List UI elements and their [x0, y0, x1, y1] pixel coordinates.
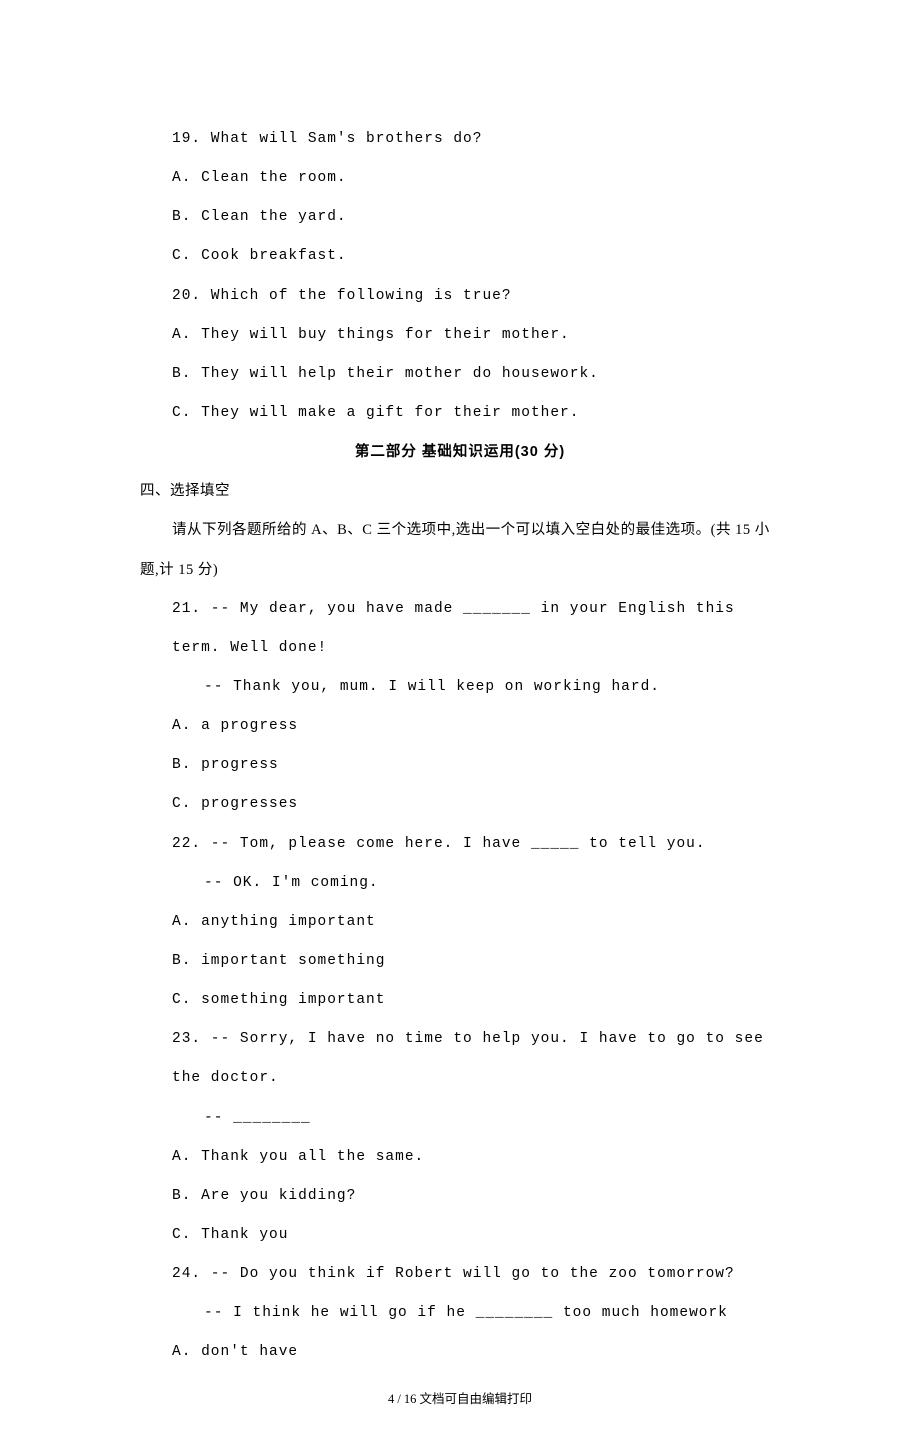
- q22-line2: -- OK. I'm coming.: [140, 864, 780, 903]
- section4-instructions: 请从下列各题所给的 A、B、C 三个选项中,选出一个可以填入空白处的最佳选项。(…: [140, 511, 780, 589]
- section-title: 第二部分 基础知识运用(30 分): [140, 433, 780, 472]
- q23-option-b: B. Are you kidding?: [140, 1177, 780, 1216]
- q19-option-a: A. Clean the room.: [140, 159, 780, 198]
- page-content: 19. What will Sam's brothers do? A. Clea…: [0, 0, 920, 1456]
- q21-option-c: C. progresses: [140, 785, 780, 824]
- q23-option-c: C. Thank you: [140, 1216, 780, 1255]
- q20-option-a: A. They will buy things for their mother…: [140, 316, 780, 355]
- q20-option-c: C. They will make a gift for their mothe…: [140, 394, 780, 433]
- q24-option-a: A. don't have: [140, 1333, 780, 1372]
- q22-option-c: C. something important: [140, 981, 780, 1020]
- q21-line1: 21. -- My dear, you have made _______ in…: [140, 590, 780, 668]
- q22-line1: 22. -- Tom, please come here. I have ___…: [140, 825, 780, 864]
- q21-option-a: A. a progress: [140, 707, 780, 746]
- page-footer: 4 / 16 文档可自由编辑打印: [140, 1383, 780, 1417]
- q24-line2: -- I think he will go if he ________ too…: [140, 1294, 780, 1333]
- q22-option-b: B. important something: [140, 942, 780, 981]
- q22-option-a: A. anything important: [140, 903, 780, 942]
- section4-heading: 四、选择填空: [140, 472, 780, 511]
- q23-line2: -- ________: [140, 1099, 780, 1138]
- q23-option-a: A. Thank you all the same.: [140, 1138, 780, 1177]
- q23-line1: 23. -- Sorry, I have no time to help you…: [140, 1020, 780, 1098]
- q19-option-c: C. Cook breakfast.: [140, 237, 780, 276]
- q19-stem: 19. What will Sam's brothers do?: [140, 120, 780, 159]
- q20-option-b: B. They will help their mother do housew…: [140, 355, 780, 394]
- q21-option-b: B. progress: [140, 746, 780, 785]
- q20-stem: 20. Which of the following is true?: [140, 277, 780, 316]
- q24-line1: 24. -- Do you think if Robert will go to…: [140, 1255, 780, 1294]
- q19-option-b: B. Clean the yard.: [140, 198, 780, 237]
- q21-line2: -- Thank you, mum. I will keep on workin…: [140, 668, 780, 707]
